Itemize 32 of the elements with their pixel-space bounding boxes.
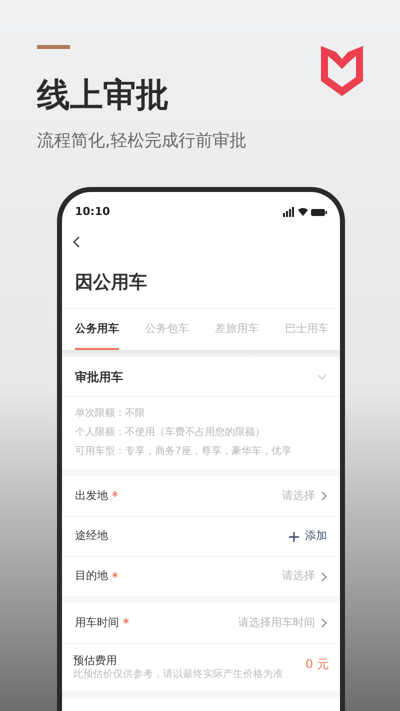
shield-logo-icon — [320, 45, 364, 97]
placeholder-text: 请选择用车时间 — [238, 614, 315, 631]
limit-detail: 单次限额：不限 — [75, 406, 145, 421]
estimate-amount: 0 元 — [306, 656, 329, 673]
section-title: 审批用车 — [75, 368, 123, 386]
chevron-right-icon — [321, 618, 327, 628]
back-icon — [73, 236, 81, 248]
form-row[interactable]: 途经地 添加 — [62, 516, 340, 556]
placeholder-text: 请选择 — [282, 568, 315, 584]
back-button[interactable] — [73, 236, 81, 248]
page-title: 因公用车 — [75, 270, 147, 294]
field-label: 出发地 — [75, 488, 108, 504]
field-label: 目的地 — [75, 568, 108, 584]
estimate-note: 此预估价仅供参考，请以最终实际产生价格为准 — [73, 668, 283, 682]
chevron-right-icon — [321, 491, 327, 501]
placeholder-text: 请选择 — [282, 488, 315, 504]
estimate-label: 预估费用 — [73, 653, 118, 668]
plus-icon — [289, 532, 299, 542]
chevron-down-icon — [317, 374, 327, 380]
field-label: 用车时间 — [75, 614, 119, 631]
limit-detail: 个人限额：不使用（车费不占用您的限额） — [75, 426, 265, 440]
field-label: 途经地 — [75, 528, 108, 544]
headline: 线上审批 — [37, 74, 169, 116]
status-icons — [283, 207, 327, 217]
limit-detail: 可用车型：专享，商务7座，尊享，豪华车，优享 — [75, 444, 292, 459]
accent-bar — [37, 45, 70, 49]
status-time: 10:10 — [75, 204, 110, 220]
subtitle: 流程简化,轻松完成行前审批 — [37, 130, 246, 153]
form-row[interactable]: 用车时间 请选择用车时间 — [62, 603, 340, 643]
form-row[interactable]: 出发地 请选择 — [62, 476, 340, 516]
add-link[interactable]: 添加 — [305, 528, 327, 545]
chevron-right-icon — [321, 572, 327, 582]
